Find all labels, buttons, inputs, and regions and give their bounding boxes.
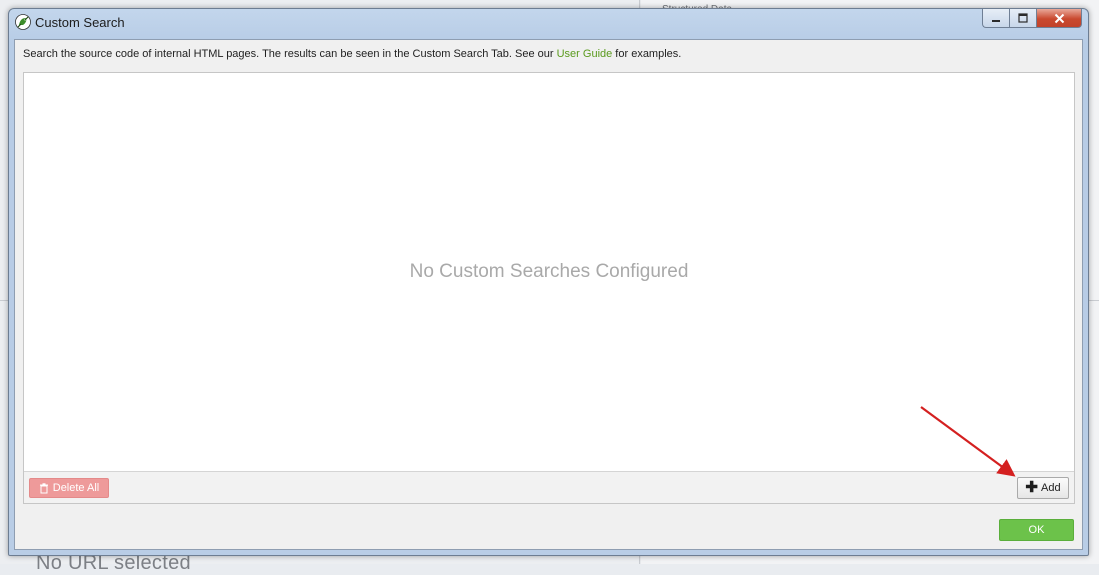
spider-frog-icon xyxy=(15,14,31,30)
close-icon xyxy=(1054,13,1064,23)
user-guide-link[interactable]: User Guide xyxy=(557,48,613,60)
trash-icon xyxy=(39,482,48,493)
minimize-icon xyxy=(992,20,1000,22)
ok-label: OK xyxy=(1028,524,1045,536)
dialog-titlebar[interactable]: Custom Search xyxy=(9,9,1088,37)
ok-button[interactable]: OK xyxy=(999,519,1074,541)
info-text-after: for examples. xyxy=(612,48,682,60)
dialog-title: Custom Search xyxy=(35,15,125,30)
minimize-button[interactable] xyxy=(982,9,1009,28)
maximize-icon xyxy=(1018,13,1028,23)
background-divider xyxy=(1089,300,1099,301)
plus-icon: ✚ xyxy=(1025,479,1038,496)
custom-search-dialog: Custom Search Search the source code of … xyxy=(8,8,1089,556)
custom-search-list-panel: No Custom Searches Configured Delete All… xyxy=(23,72,1075,504)
window-controls xyxy=(982,9,1082,28)
empty-state-message: No Custom Searches Configured xyxy=(409,261,689,282)
delete-all-button[interactable]: Delete All xyxy=(29,478,109,498)
dialog-body: Search the source code of internal HTML … xyxy=(14,39,1083,550)
maximize-button[interactable] xyxy=(1009,9,1036,28)
close-button[interactable] xyxy=(1036,9,1082,28)
panel-footer: Delete All ✚ Add xyxy=(24,471,1074,503)
add-button[interactable]: ✚ Add xyxy=(1017,477,1069,499)
add-label: Add xyxy=(1041,482,1061,494)
info-text: Search the source code of internal HTML … xyxy=(23,48,681,60)
delete-all-label: Delete All xyxy=(52,482,100,494)
info-text-before: Search the source code of internal HTML … xyxy=(23,48,557,60)
background-divider xyxy=(0,300,8,301)
